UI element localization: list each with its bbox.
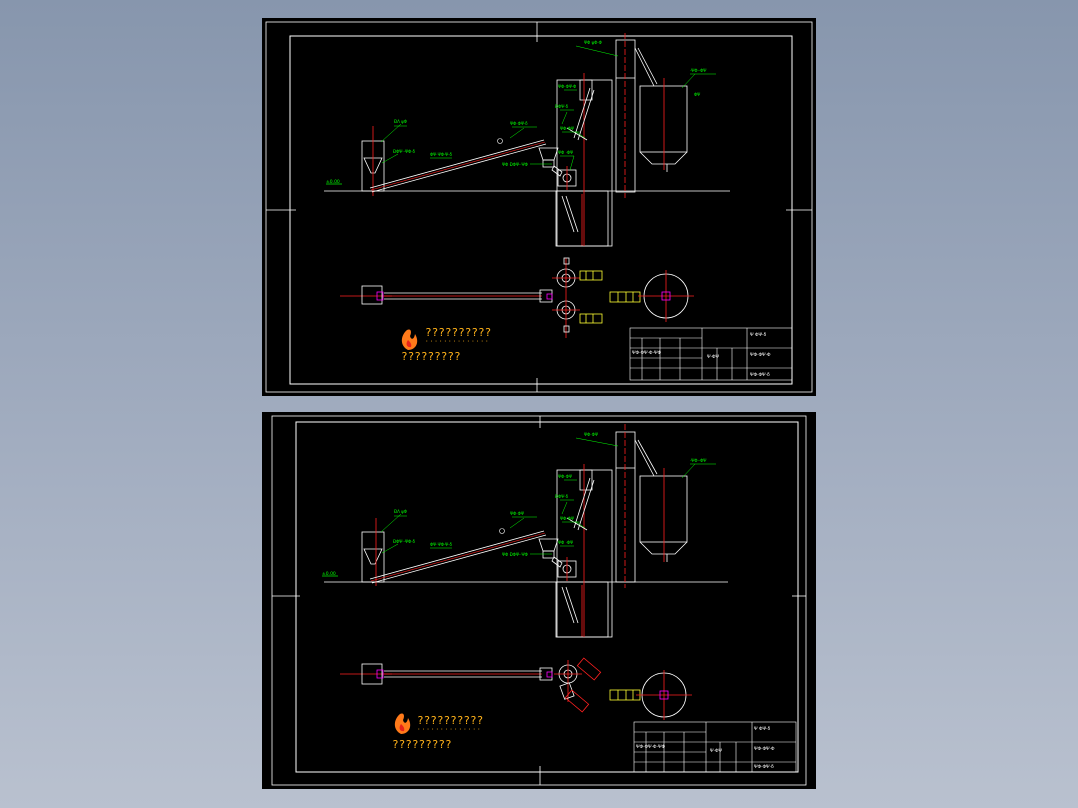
svg-text:ΨΦ·ΦΨ: ΨΦ·ΦΨ bbox=[560, 516, 574, 521]
svg-text:ΨΦ·ΦΨ: ΨΦ·ΦΨ bbox=[558, 474, 572, 479]
svg-text:Ψ·ΦΨ: Ψ·ΦΨ bbox=[710, 748, 723, 754]
svg-text:·ΨΦ··ΦΨ: ·ΨΦ··ΦΨ bbox=[690, 68, 706, 73]
logo-tagline: ????????? bbox=[401, 350, 461, 363]
centering-marks bbox=[272, 416, 806, 785]
svg-text:ĐɅ ψΦ: ĐɅ ψΦ bbox=[394, 509, 407, 514]
svg-text:Ψ ΦΨ·δ: Ψ ΦΨ·δ bbox=[750, 332, 766, 338]
svg-text:ΨΦ·ΦΨ·δ: ΨΦ·ΦΨ·δ bbox=[750, 372, 770, 378]
centering-marks bbox=[266, 22, 812, 392]
svg-text:ĐΦΨ··ΨΦ·δ: ĐΦΨ··ΨΦ·δ bbox=[393, 539, 416, 544]
outer-frame bbox=[271, 415, 807, 786]
crusher-unit bbox=[538, 538, 577, 581]
svg-text:ΨΦ·ΦΨ·Φ: ΨΦ·ΦΨ·Φ bbox=[750, 352, 771, 358]
plan-view bbox=[340, 257, 694, 338]
svg-text:±0.00: ±0.00 bbox=[326, 179, 340, 185]
drawing-sheet-top: ±0.00 ĐɅ ψΦ ĐΦΨ··ΨΦ·δ ΦΨ·ΨΦ·Ψ·δ ΨΦ·ΦΨ·δ … bbox=[262, 18, 816, 396]
bucket-elevator-2 bbox=[615, 33, 658, 198]
bucket-elevator-1 bbox=[556, 464, 613, 638]
svg-text:ΨΦ·ΦΨ: ΨΦ·ΦΨ bbox=[560, 126, 574, 131]
svg-text:ΨΦ·ΦΨ·Φ: ΨΦ·ΦΨ·Φ bbox=[754, 746, 775, 752]
cad-viewer-canvas[interactable]: ±0.00 ĐɅ ψΦ ĐΦΨ··ΨΦ·δ ΦΨ·ΨΦ·Ψ·δ ΨΦ·ΦΨ·δ … bbox=[0, 0, 1078, 808]
svg-text:ΨΦ·ΦΨ·δ: ΨΦ·ΦΨ·δ bbox=[510, 121, 528, 126]
inner-border bbox=[295, 421, 799, 773]
svg-text:ΨΦ ψΦ·Φ: ΨΦ ψΦ·Φ bbox=[584, 40, 602, 45]
svg-text:ΨΦ·ΦΨ·Φ: ΨΦ·ΦΨ·Φ bbox=[558, 84, 576, 89]
svg-text:ΦΨ·ΨΦ·Ψ·δ: ΦΨ·ΨΦ·Ψ·δ bbox=[430, 152, 453, 157]
plan-view bbox=[340, 657, 692, 720]
title-block-text: Ψ ΦΨ·δ ΨΦ·ΦΨ·Φ ΨΦ·ΦΨ·δ ΨΦ·ΦΨ·Φ·ΨΦ Ψ·ΦΨ bbox=[632, 332, 771, 378]
logo-mark bbox=[401, 329, 418, 350]
svg-text:ΨΦ·ΦΨ: ΨΦ·ΦΨ bbox=[584, 432, 598, 437]
svg-text:ΦΨ: ΦΨ bbox=[694, 92, 700, 97]
feed-hopper bbox=[361, 126, 385, 196]
bucket-elevator-1 bbox=[556, 73, 613, 247]
svg-text:·ΨΦ··ΦΨ: ·ΨΦ··ΦΨ bbox=[690, 458, 706, 463]
drawing-top-svg: ±0.00 ĐɅ ψΦ ĐΦΨ··ΨΦ·δ ΦΨ·ΨΦ·Ψ·δ ΨΦ·ΦΨ·δ … bbox=[265, 21, 813, 393]
inner-border bbox=[289, 35, 793, 385]
svg-text:ΨΦ ĐΦΨ··ΨΦ: ΨΦ ĐΦΨ··ΨΦ bbox=[502, 552, 528, 557]
svg-text:ΨΦ·ΦΨ·Φ·ΨΦ: ΨΦ·ΦΨ·Φ·ΨΦ bbox=[632, 350, 662, 356]
drawing-sheet-bottom: ±0.00 ĐɅ ψΦ ĐΦΨ··ΨΦ·δ ΦΨ·ΨΦ·Ψ·δ ΨΦ·ΦΨ ĐΦ… bbox=[262, 412, 816, 789]
storage-silo bbox=[639, 78, 688, 172]
svg-text:ĐΦΨ··ΨΦ·δ: ĐΦΨ··ΨΦ·δ bbox=[393, 149, 416, 154]
title-block-text: Ψ ΦΨ·δ ΨΦ·ΦΨ·Φ ΨΦ·ΦΨ·δ ΨΦ·ΦΨ·Φ·ΨΦ Ψ·ΦΨ bbox=[636, 726, 775, 770]
outer-frame bbox=[265, 21, 813, 393]
svg-text:ĐΦΨ·δ: ĐΦΨ·δ bbox=[555, 104, 569, 109]
lower-pit bbox=[555, 190, 609, 247]
logo-tagline: ????????? bbox=[392, 738, 452, 751]
svg-text:ΨΦ ·ΦΨ: ΨΦ ·ΦΨ bbox=[558, 150, 573, 155]
svg-text:ΨΦ ĐΦΨ··ΨΦ: ΨΦ ĐΦΨ··ΨΦ bbox=[502, 162, 528, 167]
svg-text:ΨΦ·ΦΨ: ΨΦ·ΦΨ bbox=[510, 511, 524, 516]
logo-subtitle: ·············· bbox=[425, 338, 490, 345]
storage-silo bbox=[639, 468, 688, 562]
drawing-annotations: ĐɅ ψΦ ĐΦΨ··ΨΦ·δ ΦΨ·ΨΦ·Ψ·δ ΨΦ·ΦΨ ĐΦΨ·δ ΨΦ… bbox=[393, 432, 706, 557]
svg-text:ĐɅ ψΦ: ĐɅ ψΦ bbox=[394, 119, 407, 124]
lower-pit bbox=[555, 581, 609, 638]
svg-text:ΨΦ ·ΦΨ: ΨΦ ·ΦΨ bbox=[558, 540, 573, 545]
svg-text:±0.00: ±0.00 bbox=[322, 571, 336, 577]
svg-text:ΨΦ·ΦΨ·Φ·ΨΦ: ΨΦ·ΦΨ·Φ·ΨΦ bbox=[636, 744, 666, 750]
svg-text:ΦΨ·ΨΦ·Ψ·δ: ΦΨ·ΨΦ·Ψ·δ bbox=[430, 542, 453, 547]
svg-text:ĐΦΨ·δ: ĐΦΨ·δ bbox=[555, 494, 569, 499]
drawing-bottom-svg: ±0.00 ĐɅ ψΦ ĐΦΨ··ΨΦ·δ ΦΨ·ΨΦ·Ψ·δ ΨΦ·ΦΨ ĐΦ… bbox=[271, 415, 807, 786]
leader-lines bbox=[380, 437, 716, 555]
svg-text:Ψ ΦΨ·δ: Ψ ΦΨ·δ bbox=[754, 726, 770, 732]
svg-text:Ψ·ΦΨ: Ψ·ΦΨ bbox=[707, 354, 720, 360]
logo-subtitle: ·············· bbox=[417, 726, 482, 733]
bucket-elevator-2 bbox=[615, 424, 658, 588]
svg-text:ΨΦ·ΦΨ·δ: ΨΦ·ΦΨ·δ bbox=[754, 764, 774, 770]
logo-mark bbox=[394, 713, 411, 734]
